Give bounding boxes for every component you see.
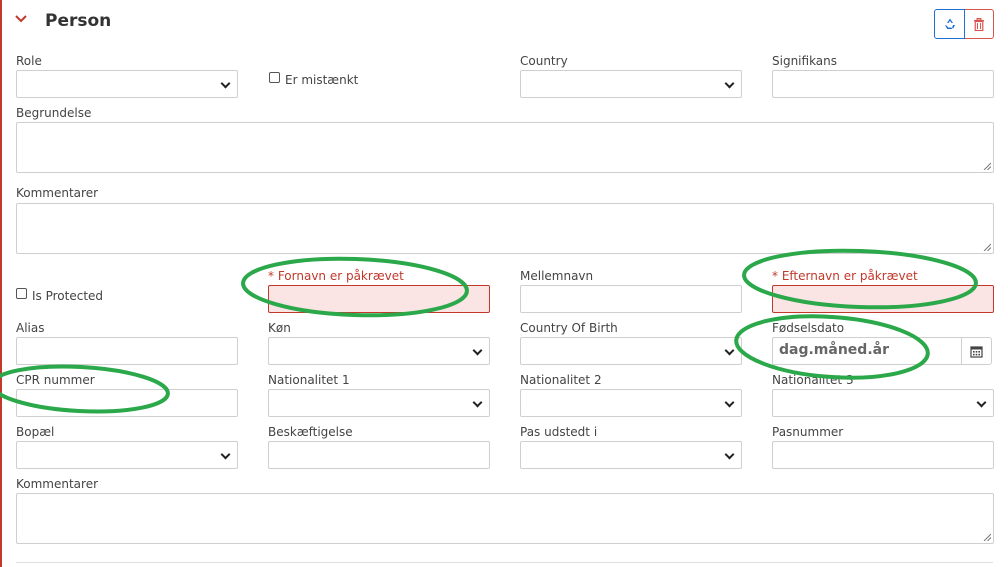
- nationalitet-2-select[interactable]: [520, 389, 742, 417]
- country-of-birth-label: Country Of Birth: [520, 321, 618, 335]
- is-protected-label: Is Protected: [32, 289, 104, 303]
- mellemnavn-input[interactable]: [520, 285, 742, 313]
- nationalitet-3-select[interactable]: [772, 389, 994, 417]
- country-label: Country: [520, 54, 568, 68]
- fornavn-label: * Fornavn er påkrævet: [268, 269, 404, 283]
- signifikans-input[interactable]: [772, 70, 994, 98]
- recycle-button[interactable]: [934, 9, 965, 39]
- kommentarer-label: Kommentarer: [16, 186, 99, 200]
- role-label: Role: [16, 54, 42, 68]
- cpr-nummer-label: CPR nummer: [16, 373, 95, 387]
- foedselsdato-label: Fødselsdato: [772, 321, 845, 335]
- begrundelse-label: Begrundelse: [16, 106, 92, 120]
- trash-icon: [974, 17, 984, 31]
- country-select[interactable]: [520, 70, 742, 98]
- calendar-icon: [970, 345, 983, 358]
- country-of-birth-select[interactable]: [520, 337, 742, 365]
- efternavn-label: * Efternavn er påkrævet: [772, 269, 918, 283]
- foedselsdato-placeholder: dag.måned.år: [779, 342, 889, 358]
- kommentarer-2-textarea[interactable]: [16, 493, 994, 544]
- nationalitet-3-label: Nationalitet 3: [772, 373, 854, 387]
- pasnummer-label: Pasnummer: [772, 425, 844, 439]
- calendar-button[interactable]: [961, 337, 992, 365]
- resize-grip-icon[interactable]: [983, 533, 991, 541]
- role-select[interactable]: [16, 70, 238, 98]
- recycle-icon: [944, 18, 955, 29]
- chevron-down-icon[interactable]: [14, 12, 28, 26]
- nationalitet-1-label: Nationalitet 1: [268, 373, 350, 387]
- bopael-select[interactable]: [16, 441, 238, 469]
- delete-button[interactable]: [965, 9, 994, 39]
- er-mistaenkt-checkbox[interactable]: [269, 72, 280, 83]
- beskaeftigelse-label: Beskæftigelse: [268, 425, 353, 439]
- pas-udstedt-i-label: Pas udstedt i: [520, 425, 598, 439]
- section-actions: [934, 9, 994, 39]
- kommentarer-textarea[interactable]: [16, 203, 994, 254]
- kommentarer-2-label: Kommentarer: [16, 477, 99, 491]
- resize-grip-icon[interactable]: [983, 243, 991, 251]
- beskaeftigelse-input[interactable]: [268, 441, 490, 469]
- nationalitet-2-label: Nationalitet 2: [520, 373, 602, 387]
- er-mistaenkt-label: Er mistænkt: [285, 73, 359, 87]
- efternavn-input[interactable]: [772, 285, 994, 313]
- mellemnavn-label: Mellemnavn: [520, 269, 594, 283]
- begrundelse-textarea[interactable]: [16, 122, 994, 173]
- alias-label: Alias: [16, 321, 45, 335]
- signifikans-label: Signifikans: [772, 54, 838, 68]
- pasnummer-input[interactable]: [772, 441, 994, 469]
- left-accent-rule: [0, 0, 2, 567]
- cpr-nummer-input[interactable]: [16, 389, 238, 417]
- section-title: Person: [45, 11, 112, 31]
- pas-udstedt-i-select[interactable]: [520, 441, 742, 469]
- fornavn-input[interactable]: [268, 285, 490, 313]
- is-protected-checkbox[interactable]: [16, 288, 27, 299]
- koen-select[interactable]: [268, 337, 490, 365]
- bopael-label: Bopæl: [16, 425, 55, 439]
- koen-label: Køn: [268, 321, 291, 335]
- resize-grip-icon[interactable]: [983, 162, 991, 170]
- nationalitet-1-select[interactable]: [268, 389, 490, 417]
- alias-input[interactable]: [16, 337, 238, 365]
- section-divider: [16, 562, 993, 563]
